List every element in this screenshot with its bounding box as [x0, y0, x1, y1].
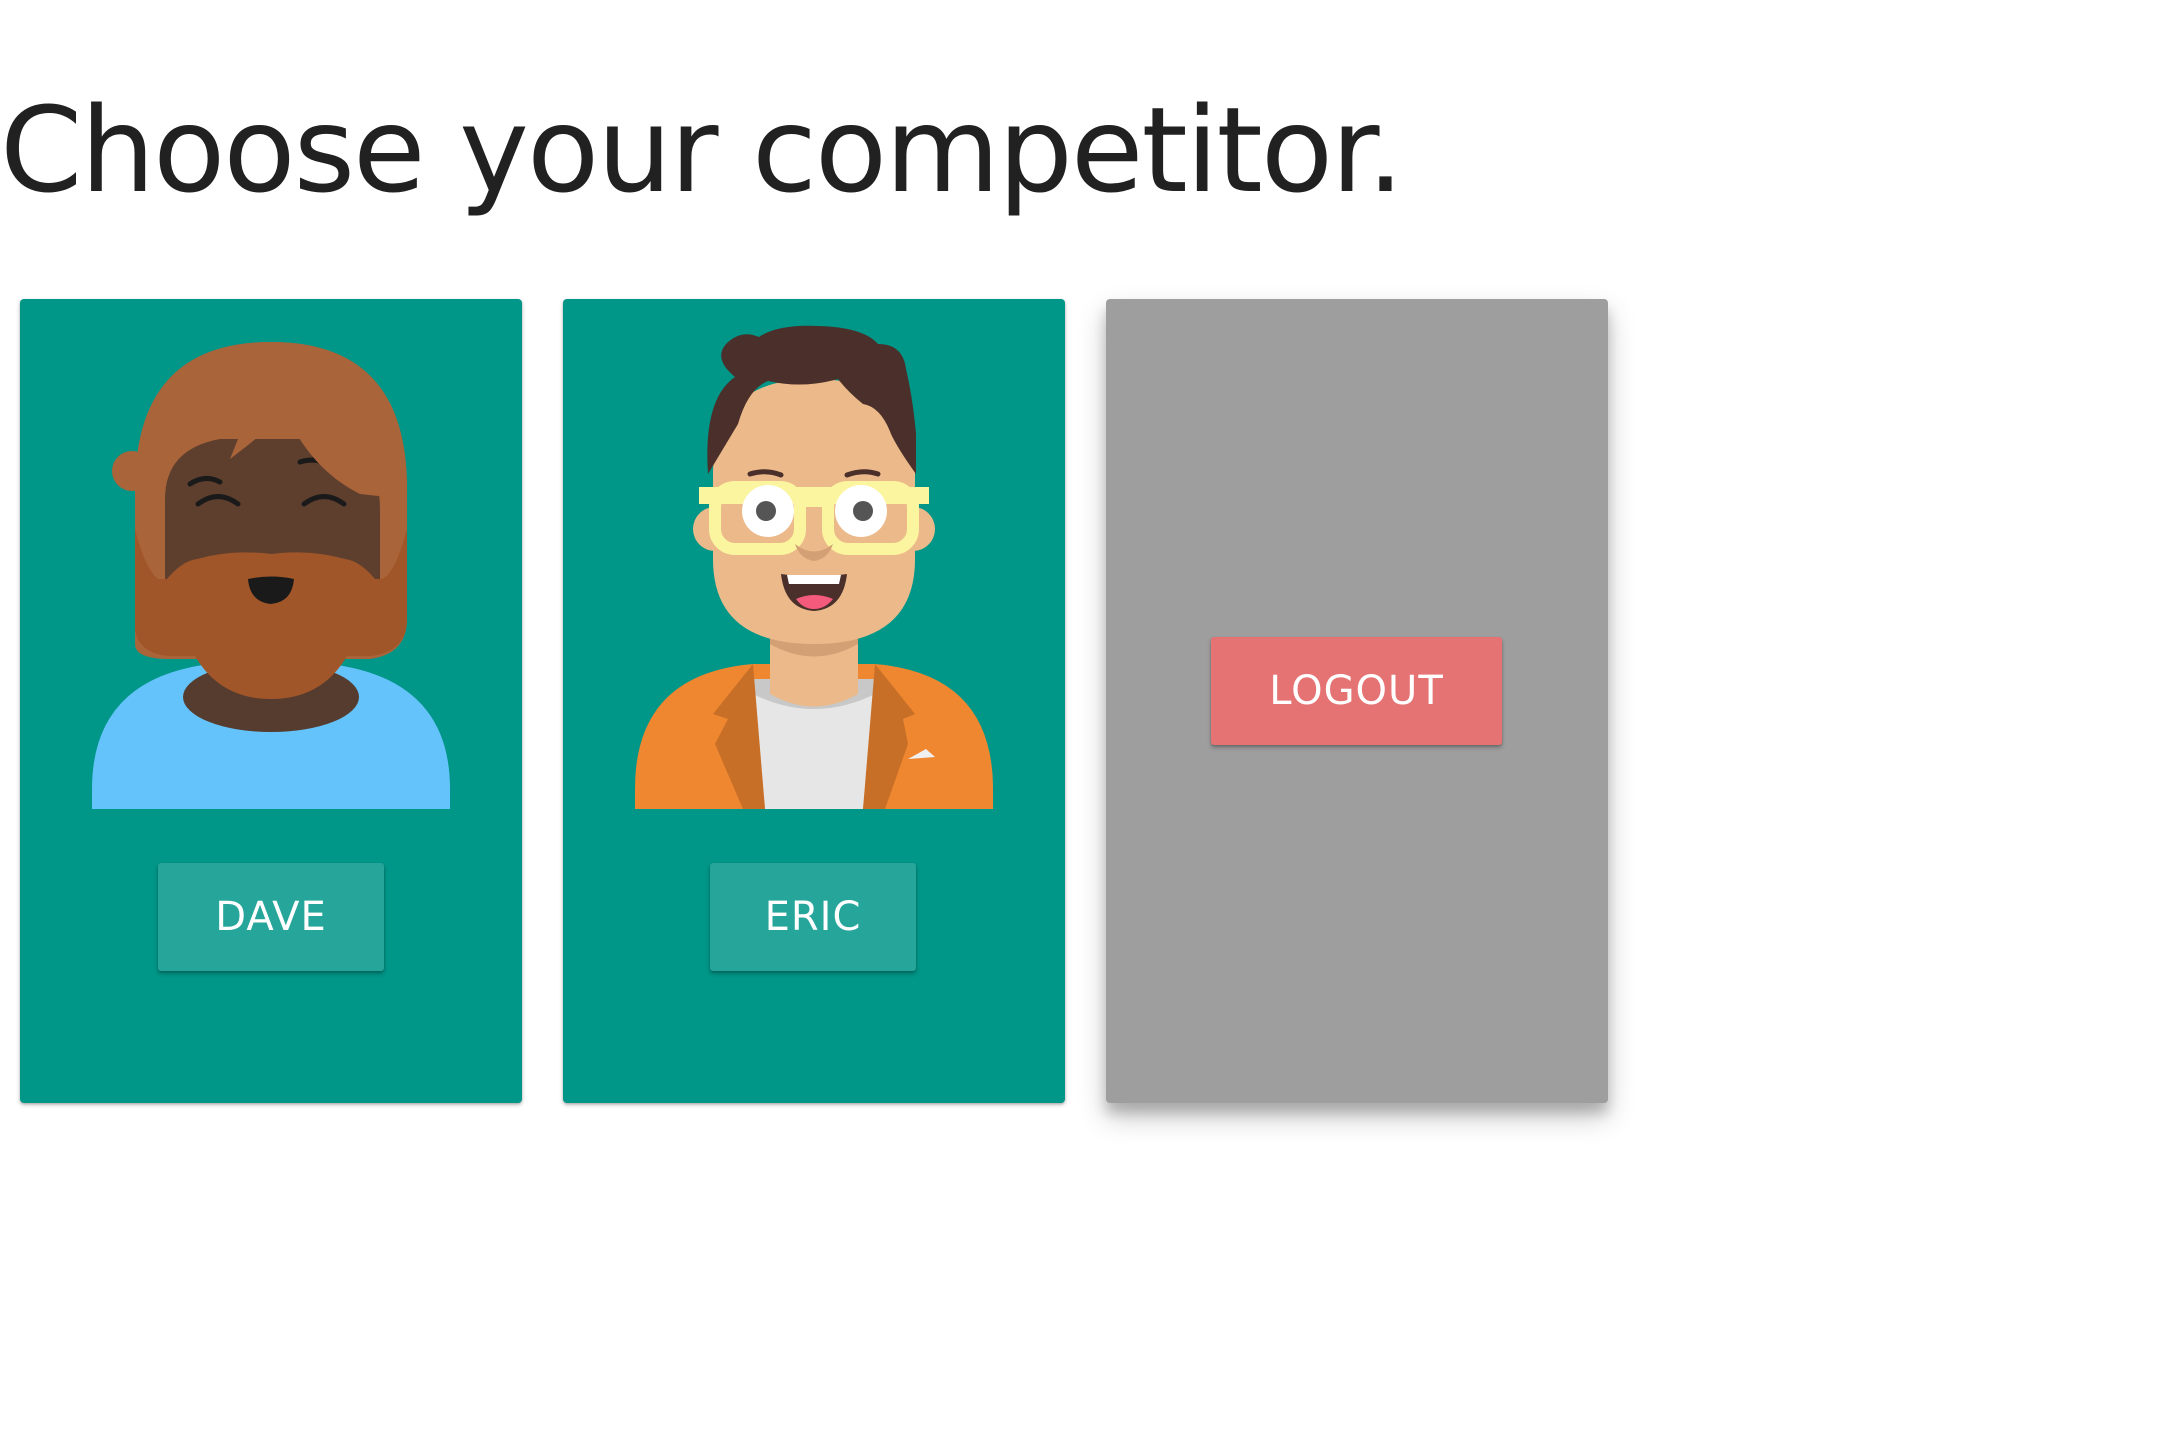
- logout-button[interactable]: LOGOUT: [1211, 637, 1502, 745]
- page-title: Choose your competitor.: [0, 81, 1404, 219]
- dave-button[interactable]: DAVE: [158, 863, 384, 971]
- competitor-card-dave[interactable]: DAVE: [20, 299, 522, 1103]
- logout-card: LOGOUT: [1106, 299, 1608, 1103]
- eric-avatar-icon: [563, 299, 1065, 839]
- competitor-card-eric[interactable]: ERIC: [563, 299, 1065, 1103]
- eric-button[interactable]: ERIC: [710, 863, 916, 971]
- dave-avatar-icon: [20, 299, 522, 839]
